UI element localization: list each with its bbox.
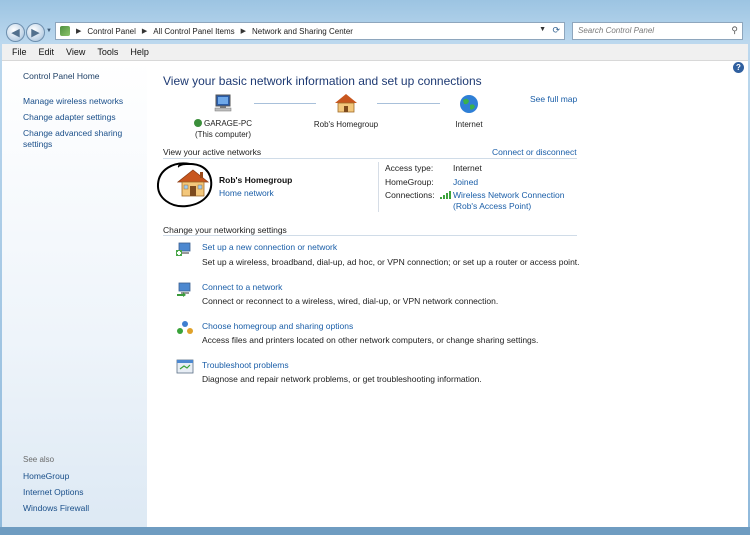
- connect-network-desc: Connect or reconnect to a wireless, wire…: [202, 296, 499, 306]
- divider: [163, 158, 577, 159]
- forward-arrow-icon: ▶: [31, 27, 40, 39]
- computer-name: GARAGE-PC: [203, 119, 252, 128]
- connection-line: [254, 103, 316, 104]
- divider: [163, 235, 577, 236]
- breadcrumb-control-panel[interactable]: Control Panel: [87, 27, 135, 36]
- breadcrumb-separator-icon: ▶: [76, 28, 82, 35]
- forward-button[interactable]: ▶: [26, 23, 45, 42]
- network-type-link[interactable]: Home network: [219, 188, 274, 198]
- vertical-divider: [378, 162, 379, 212]
- back-button[interactable]: ◀: [6, 23, 25, 42]
- window-bottom-border: [0, 527, 750, 535]
- network-computer-icon: [193, 119, 202, 127]
- wireless-ssid-link[interactable]: (Rob's Access Point): [453, 201, 531, 211]
- wireless-connection-link[interactable]: Wireless Network Connection: [453, 190, 564, 200]
- network-name: Rob's Homegroup: [219, 175, 293, 185]
- menu-tools[interactable]: Tools: [97, 47, 118, 57]
- see-also-windows-firewall[interactable]: Windows Firewall: [23, 503, 89, 513]
- sidebar-item-advanced-sharing[interactable]: Change advanced sharing settings: [23, 128, 133, 150]
- breadcrumb-network-sharing[interactable]: Network and Sharing Center: [252, 27, 353, 36]
- homegroup-map-label: Rob's Homegroup: [313, 120, 379, 129]
- homegroup-map-icon[interactable]: [334, 93, 358, 113]
- connection-line: [377, 103, 440, 104]
- see-full-map-link[interactable]: See full map: [530, 94, 577, 104]
- connect-network-link[interactable]: Connect to a network: [202, 282, 282, 292]
- see-also-internet-options[interactable]: Internet Options: [23, 487, 83, 497]
- wireless-signal-icon: [440, 190, 451, 199]
- troubleshoot-link[interactable]: Troubleshoot problems: [202, 360, 289, 370]
- search-input[interactable]: Search Control Panel ⚲: [572, 22, 743, 40]
- connections-label: Connections:: [385, 190, 435, 200]
- change-settings-title: Change your networking settings: [163, 225, 287, 235]
- menu-help[interactable]: Help: [130, 47, 149, 57]
- active-networks-title: View your active networks: [163, 147, 262, 157]
- see-also-homegroup[interactable]: HomeGroup: [23, 471, 69, 481]
- homegroup-sharing-link[interactable]: Choose homegroup and sharing options: [202, 321, 353, 331]
- sidebar-item-manage-wireless[interactable]: Manage wireless networks: [23, 96, 123, 106]
- connect-disconnect-link[interactable]: Connect or disconnect: [492, 147, 577, 157]
- back-arrow-icon: ◀: [11, 27, 20, 39]
- computer-name-label: GARAGE-PC: [188, 119, 258, 128]
- see-also-heading: See also: [23, 455, 55, 464]
- homegroup-house-icon: [176, 169, 210, 197]
- internet-globe-icon[interactable]: [459, 94, 479, 114]
- troubleshoot-desc: Diagnose and repair network problems, or…: [202, 374, 482, 384]
- sidebar-control-panel-home[interactable]: Control Panel Home: [23, 71, 100, 81]
- access-type-label: Access type:: [385, 163, 434, 173]
- recent-pages-dropdown[interactable]: ▼: [46, 28, 52, 34]
- breadcrumb-separator-icon: ▶: [240, 28, 247, 35]
- setup-connection-desc: Set up a wireless, broadband, dial-up, a…: [202, 257, 580, 267]
- address-bar[interactable]: ▶ Control Panel ▶ All Control Panel Item…: [55, 22, 565, 40]
- troubleshoot-icon: [176, 359, 194, 375]
- menu-bar: File Edit View Tools Help: [2, 44, 748, 61]
- computer-sub-label: (This computer): [194, 130, 251, 139]
- control-panel-icon: [60, 26, 70, 36]
- breadcrumb-all-items[interactable]: All Control Panel Items: [153, 27, 234, 36]
- homegroup-joined-link[interactable]: Joined: [453, 177, 478, 187]
- sidebar-item-adapter-settings[interactable]: Change adapter settings: [23, 112, 116, 122]
- breadcrumb-separator-icon: ▶: [141, 28, 148, 35]
- address-dropdown-icon[interactable]: ▼: [539, 26, 546, 33]
- connect-network-icon: [176, 281, 194, 297]
- homegroup-sharing-icon: [176, 320, 194, 336]
- homegroup-sharing-desc: Access files and printers located on oth…: [202, 335, 539, 345]
- search-icon[interactable]: ⚲: [731, 25, 738, 36]
- menu-file[interactable]: File: [12, 47, 27, 57]
- help-icon[interactable]: ?: [733, 62, 744, 73]
- internet-map-label: Internet: [455, 120, 483, 129]
- menu-view[interactable]: View: [66, 47, 85, 57]
- menu-edit[interactable]: Edit: [39, 47, 55, 57]
- search-placeholder: Search Control Panel: [578, 26, 655, 35]
- setup-connection-link[interactable]: Set up a new connection or network: [202, 242, 337, 252]
- homegroup-label: HomeGroup:: [385, 177, 434, 187]
- refresh-icon[interactable]: ⟳: [552, 25, 560, 36]
- access-type-value: Internet: [453, 163, 482, 173]
- explorer-window: ◀ ▶ ▼ ▶ Control Panel ▶ All Control Pane…: [0, 0, 750, 535]
- computer-icon[interactable]: [211, 94, 235, 112]
- new-connection-icon: [176, 241, 194, 257]
- page-title: View your basic network information and …: [163, 74, 482, 88]
